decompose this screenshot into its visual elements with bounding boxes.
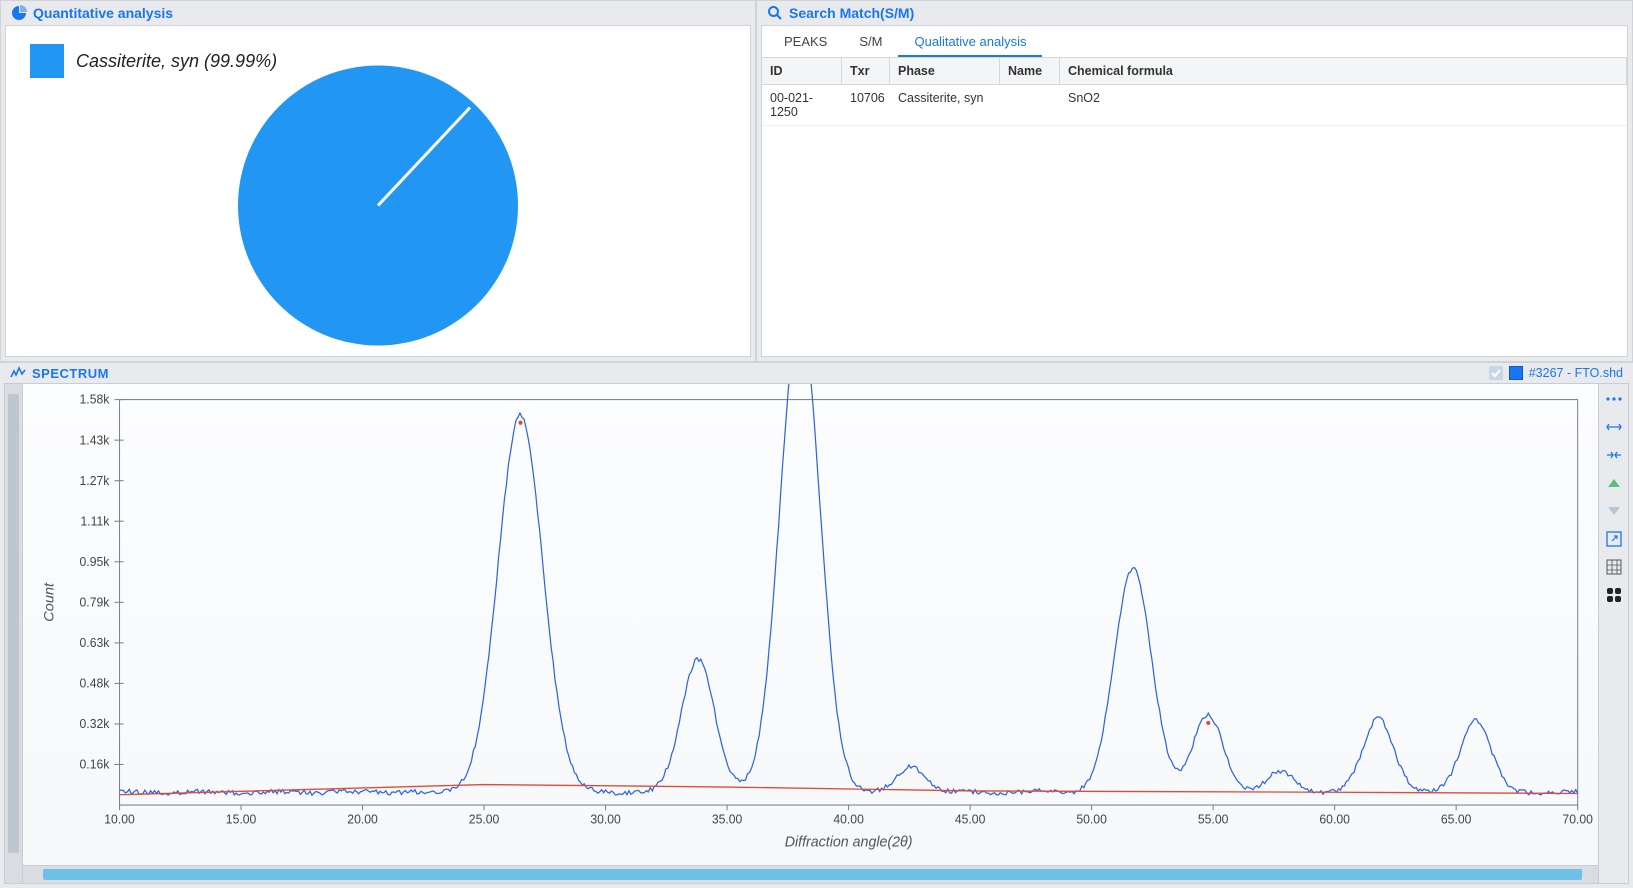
svg-text:Count: Count — [42, 582, 58, 622]
table-row[interactable]: 00-021-1250 10706 Cassiterite, syn SnO2 — [762, 85, 1627, 126]
col-header-txr[interactable]: Txr — [842, 58, 890, 84]
svg-text:15.00: 15.00 — [226, 813, 257, 827]
svg-text:50.00: 50.00 — [1076, 813, 1107, 827]
down-icon[interactable] — [1605, 502, 1623, 520]
results-table-header: ID Txr Phase Name Chemical formula — [762, 58, 1627, 85]
fullscreen-icon[interactable] — [1605, 530, 1623, 548]
more-icon[interactable] — [1605, 390, 1623, 408]
svg-text:0.48k: 0.48k — [80, 676, 111, 690]
svg-text:1.11k: 1.11k — [80, 514, 110, 528]
col-header-name[interactable]: Name — [1000, 58, 1060, 84]
svg-text:0.16k: 0.16k — [80, 758, 111, 772]
up-icon[interactable] — [1605, 474, 1623, 492]
svg-text:1.27k: 1.27k — [80, 474, 111, 488]
grid-icon[interactable] — [1605, 558, 1623, 576]
search-match-body: PEAKS S/M Qualitative analysis ID Txr Ph… — [761, 25, 1628, 357]
svg-text:65.00: 65.00 — [1441, 813, 1472, 827]
svg-text:35.00: 35.00 — [712, 813, 743, 827]
quad-icon[interactable] — [1605, 586, 1623, 604]
quantitative-title: Quantitative analysis — [33, 5, 173, 21]
cell-formula: SnO2 — [1060, 85, 1627, 125]
quantitative-analysis-panel: Quantitative analysis Cassiterite, syn (… — [0, 0, 756, 362]
svg-text:55.00: 55.00 — [1198, 813, 1229, 827]
svg-text:1.58k: 1.58k — [80, 393, 111, 407]
file-color-swatch — [1509, 366, 1523, 380]
search-match-header: Search Match(S/M) — [757, 1, 1632, 25]
cell-phase: Cassiterite, syn — [890, 85, 1000, 125]
horizontal-scrollbar[interactable] — [23, 865, 1598, 883]
col-header-phase[interactable]: Phase — [890, 58, 1000, 84]
legend-color-swatch — [30, 44, 64, 78]
svg-text:45.00: 45.00 — [955, 813, 986, 827]
search-match-panel: Search Match(S/M) PEAKS S/M Qualitative … — [756, 0, 1633, 362]
file-checkbox-icon[interactable] — [1489, 366, 1503, 380]
svg-text:0.95k: 0.95k — [80, 555, 111, 569]
svg-text:40.00: 40.00 — [833, 813, 864, 827]
svg-text:0.79k: 0.79k — [80, 595, 111, 609]
cell-txr: 10706 — [842, 85, 890, 125]
svg-text:0.63k: 0.63k — [80, 636, 111, 650]
svg-text:Diffraction angle(2θ): Diffraction angle(2θ) — [785, 834, 913, 850]
vertical-scrollbar[interactable] — [5, 384, 23, 883]
col-header-formula[interactable]: Chemical formula — [1060, 58, 1627, 84]
cell-id: 00-021-1250 — [762, 85, 842, 125]
spectrum-plot[interactable]: 0.16k 0.32k 0.48k 0.63k 0.79k 0.95k 1.11k 1.27k… — [23, 384, 1598, 883]
pie-chart — [233, 61, 523, 351]
quantitative-analysis-header: Quantitative analysis — [1, 1, 755, 25]
tab-peaks[interactable]: PEAKS — [768, 26, 843, 57]
pie-chart-icon — [11, 5, 27, 21]
collapse-h-icon[interactable] — [1605, 446, 1623, 464]
search-match-title: Search Match(S/M) — [789, 5, 914, 21]
spectrum-header: SPECTRUM — [10, 365, 109, 381]
expand-h-icon[interactable] — [1605, 418, 1623, 436]
file-badge[interactable]: #3267 - FTO.shd — [1489, 366, 1623, 380]
svg-text:1.43k: 1.43k — [80, 433, 111, 447]
spectrum-tools — [1598, 384, 1628, 883]
search-tabs: PEAKS S/M Qualitative analysis — [762, 26, 1627, 58]
svg-text:30.00: 30.00 — [590, 813, 621, 827]
svg-text:0.32k: 0.32k — [80, 717, 111, 731]
svg-text:20.00: 20.00 — [347, 813, 378, 827]
cell-name — [1000, 85, 1060, 125]
tab-qualitative[interactable]: Qualitative analysis — [898, 26, 1042, 57]
spectrum-body: 0.16k 0.32k 0.48k 0.63k 0.79k 0.95k 1.11k 1.27k… — [4, 383, 1629, 884]
search-icon — [767, 5, 783, 21]
spectrum-icon — [10, 365, 26, 381]
svg-text:60.00: 60.00 — [1319, 813, 1350, 827]
svg-text:10.00: 10.00 — [104, 813, 135, 827]
tab-sm[interactable]: S/M — [843, 26, 898, 57]
spectrum-title: SPECTRUM — [32, 366, 109, 381]
file-label: #3267 - FTO.shd — [1529, 366, 1623, 380]
quantitative-body: Cassiterite, syn (99.99%) — [5, 25, 751, 357]
col-header-id[interactable]: ID — [762, 58, 842, 84]
spectrum-panel: SPECTRUM #3267 - FTO.shd 0.16k 0.32k 0.48k… — [0, 362, 1633, 888]
svg-text:70.00: 70.00 — [1562, 813, 1593, 827]
svg-text:25.00: 25.00 — [469, 813, 500, 827]
